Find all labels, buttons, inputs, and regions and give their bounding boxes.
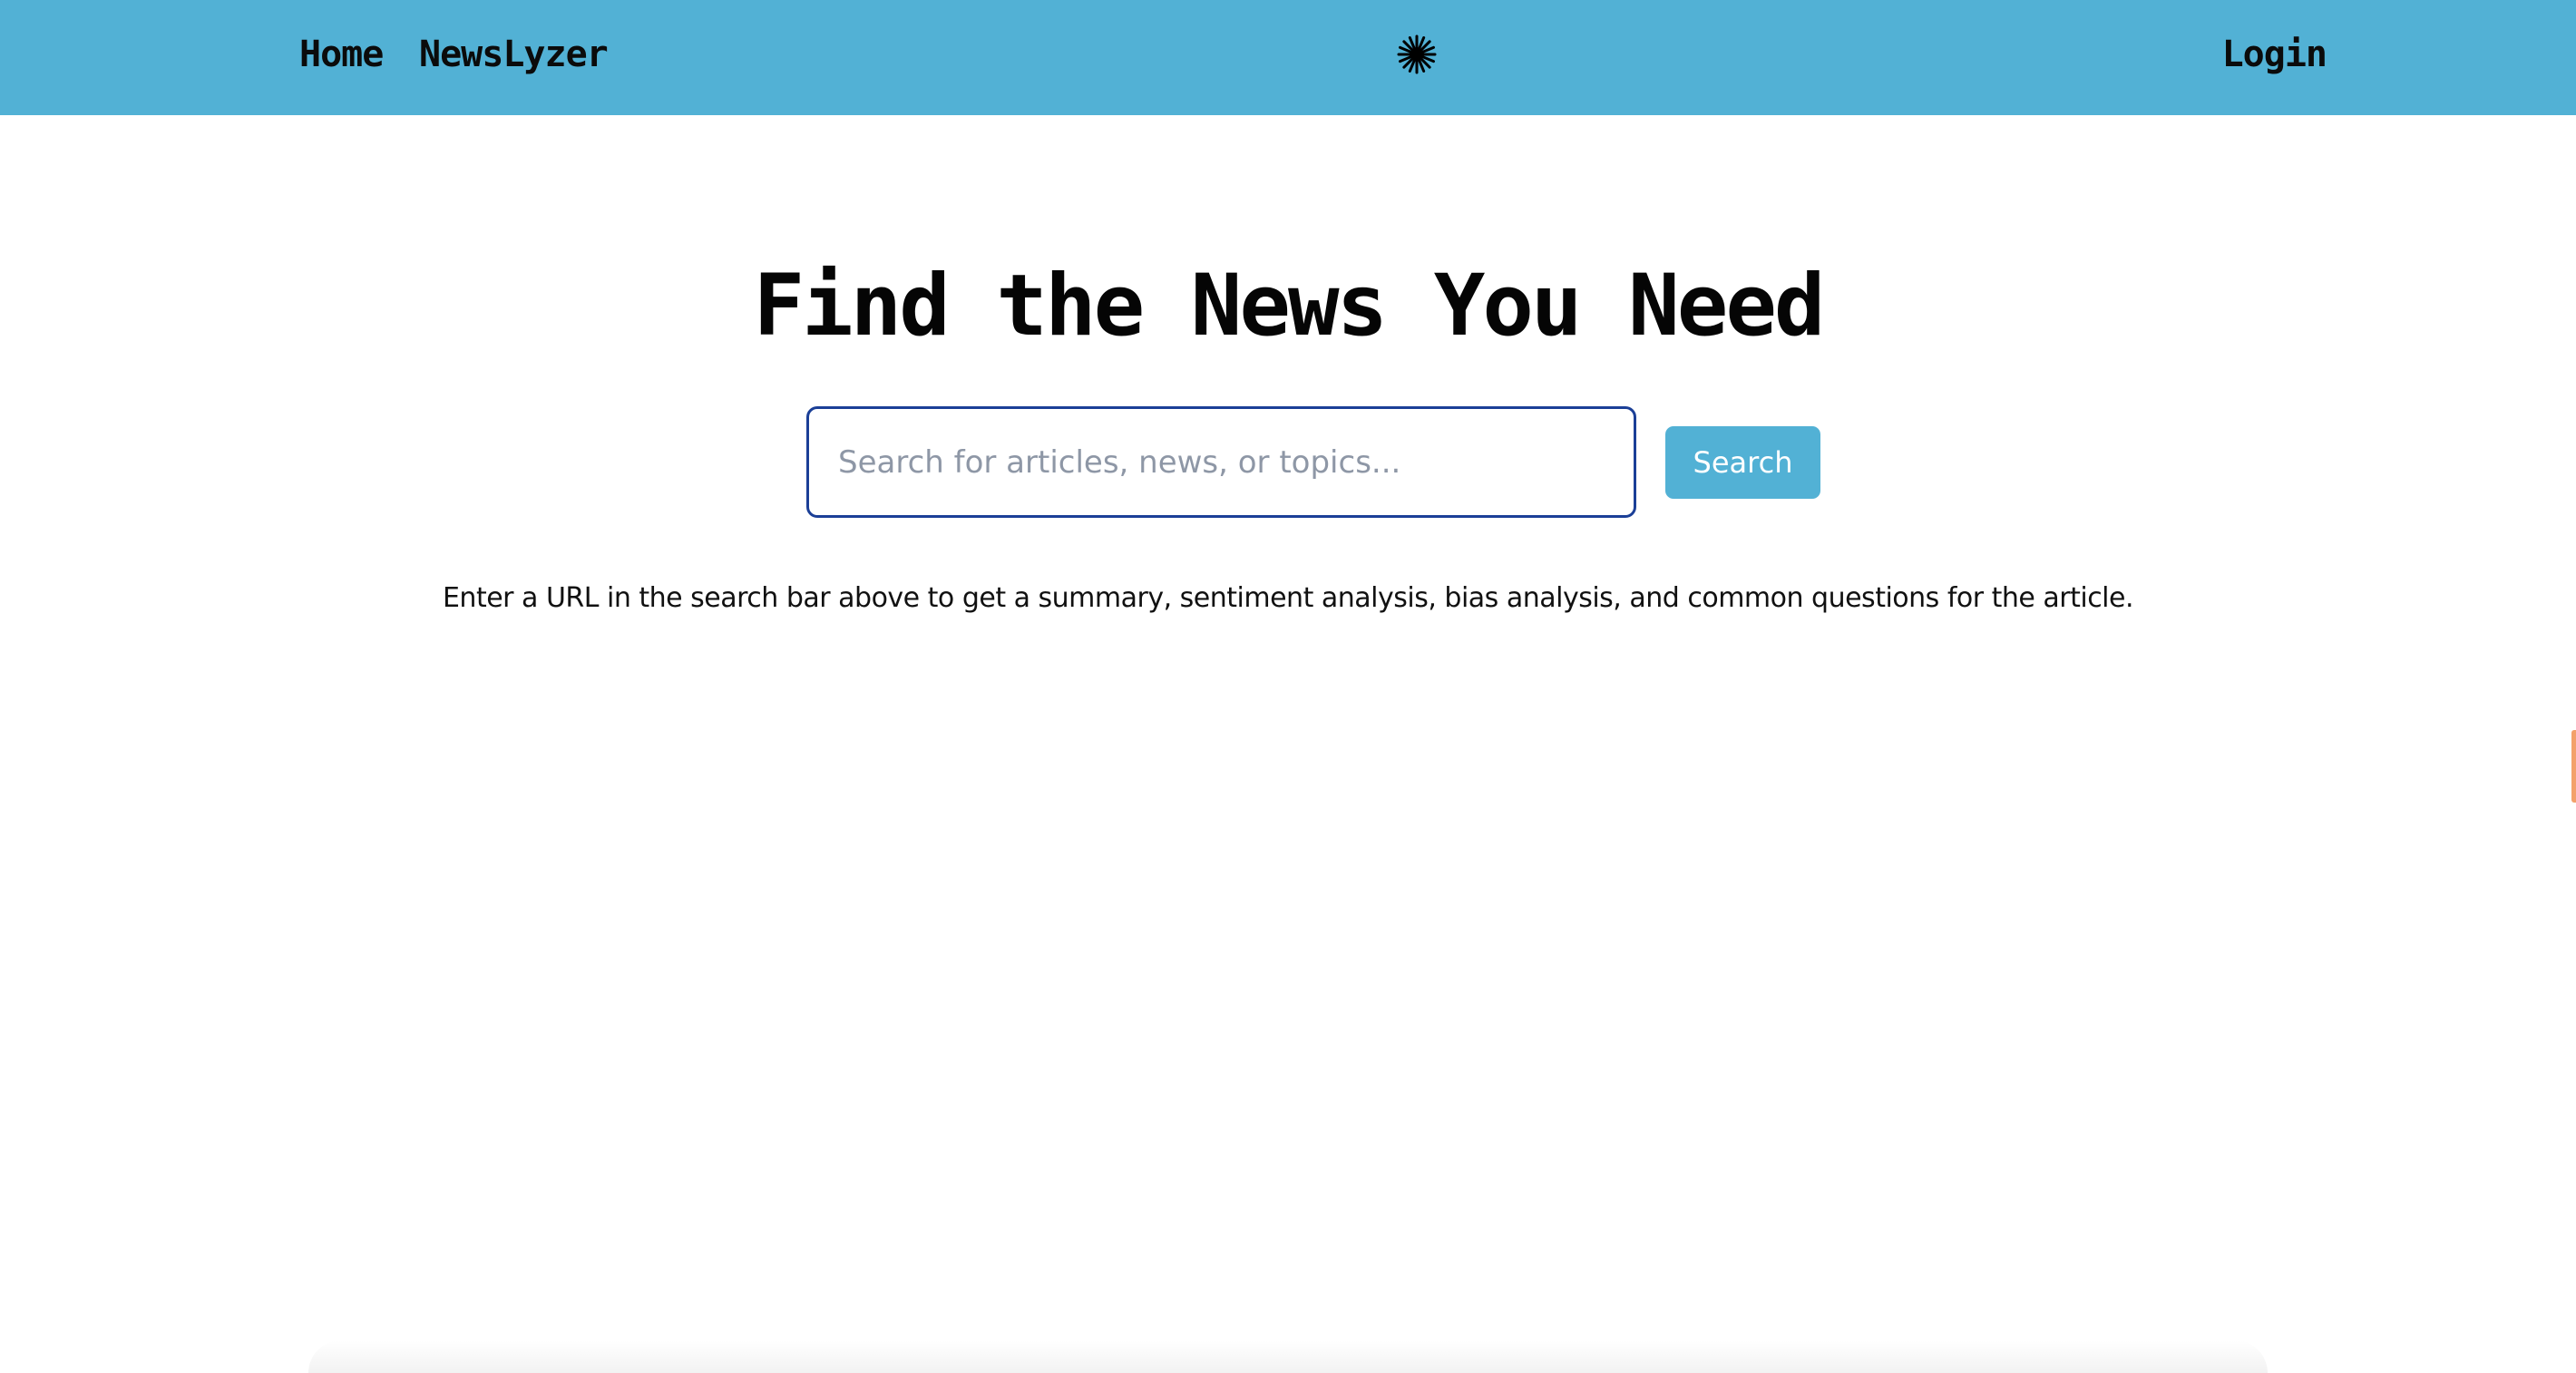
- top-navbar: Home NewsLyzer Login: [0, 0, 2576, 115]
- asterisk-burst-icon: [1397, 34, 1437, 74]
- page-title: Find the News You Need: [753, 257, 1825, 355]
- edge-tab[interactable]: [2571, 730, 2576, 803]
- bottom-shadow-divider: [308, 1340, 2268, 1373]
- search-input[interactable]: [806, 406, 1636, 518]
- instructions-text: Enter a URL in the search bar above to g…: [442, 582, 2134, 614]
- nav-brand-link[interactable]: NewsLyzer: [419, 34, 609, 75]
- login-link[interactable]: Login: [2222, 34, 2327, 75]
- nav-home-link[interactable]: Home: [299, 34, 384, 75]
- search-button[interactable]: Search: [1665, 426, 1820, 499]
